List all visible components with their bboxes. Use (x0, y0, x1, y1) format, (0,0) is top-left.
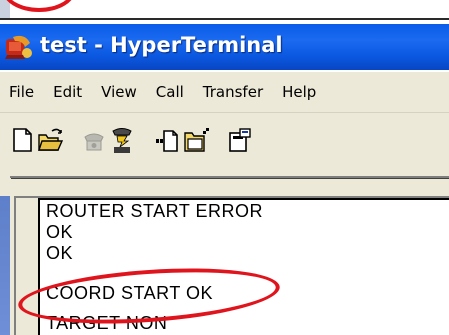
open-folder-icon[interactable] (36, 125, 64, 155)
menu-bar: File Edit View Call Transfer Help (0, 72, 449, 112)
menu-help[interactable]: Help (273, 83, 326, 101)
terminal-line: OK (46, 243, 74, 263)
menu-call[interactable]: Call (147, 83, 194, 101)
previous-image-strip (0, 0, 449, 20)
toolbar (0, 112, 449, 171)
terminal-line: OK (46, 222, 74, 242)
menu-edit[interactable]: Edit (44, 83, 92, 101)
frame-edge-shadow (11, 178, 449, 179)
new-document-icon[interactable] (8, 125, 36, 155)
menu-file[interactable]: File (0, 83, 44, 101)
terminal-line: ROUTER START ERROR (46, 201, 264, 221)
properties-icon[interactable] (226, 125, 254, 155)
menu-transfer[interactable]: Transfer (194, 83, 273, 101)
menu-view[interactable]: View (92, 83, 147, 101)
send-file-icon[interactable] (154, 125, 182, 155)
receive-file-icon[interactable] (182, 125, 210, 155)
hyperterminal-app-icon (5, 35, 32, 59)
disconnect-phone-icon[interactable] (108, 125, 136, 155)
call-phone-icon[interactable] (80, 125, 108, 155)
red-highlight-arc (2, 0, 76, 12)
window-title: test - HyperTerminal (40, 33, 283, 57)
title-bar[interactable]: test - HyperTerminal (0, 24, 449, 70)
left-side-panel (0, 196, 10, 335)
